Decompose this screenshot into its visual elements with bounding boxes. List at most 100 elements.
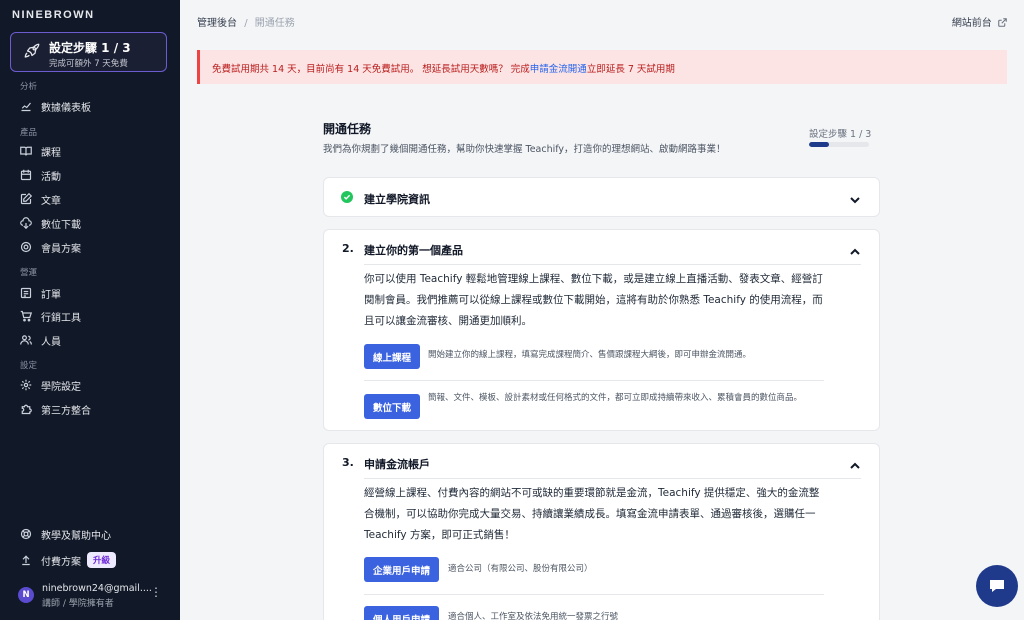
- enterprise-apply-description: 適合公司（有限公司、股份有限公司）: [448, 564, 593, 574]
- individual-apply-description: 適合個人、工作室及依法免用統一發票之行號: [448, 612, 619, 620]
- setup-steps-title: 設定步驟 1 / 3: [49, 41, 131, 55]
- trial-alert-text-after: 立即延長 7 天試用期: [586, 64, 675, 75]
- task-card-title: 建立學院資訊: [364, 193, 430, 206]
- breadcrumb-root[interactable]: 管理後台: [197, 18, 237, 29]
- external-link-icon: [998, 18, 1007, 27]
- sidebar-item-label: 會員方案: [41, 243, 81, 255]
- divider: [364, 264, 861, 265]
- individual-apply-button[interactable]: 個人用戶申請: [364, 606, 440, 620]
- at-sign-icon: [20, 241, 32, 253]
- trial-alert-text: 免費試用期共 14 天，目前尚有 14 天免費試用。 想延長試用天數嗎？ 完成申…: [212, 61, 675, 75]
- upgrade-arrow-icon: [20, 554, 32, 566]
- sidebar: NINEBROWN 設定步驟 1 / 3 完成可額外 7 天免費 分析 數據儀表…: [0, 0, 180, 620]
- gear-icon: [20, 379, 32, 391]
- sidebar-item-marketing[interactable]: 行銷工具: [20, 307, 81, 325]
- payment-application-link[interactable]: 申請金流開通: [530, 64, 587, 75]
- sidebar-item-label: 行銷工具: [41, 312, 81, 324]
- online-course-description: 開始建立你的線上課程，填寫完成課程簡介、售價跟課程大綱後，即可申辦金流開通。: [428, 350, 752, 360]
- divider: [364, 594, 824, 595]
- breadcrumb: 管理後台 / 開通任務: [197, 14, 295, 29]
- sidebar-item-billing[interactable]: 付費方案 升級: [20, 551, 117, 569]
- brand-logo[interactable]: NINEBROWN: [12, 9, 95, 21]
- trial-alert-text-before: 免費試用期共 14 天，目前尚有 14 天免費試用。 想延長試用天數嗎？ 完成: [212, 64, 530, 75]
- setup-steps-card[interactable]: 設定步驟 1 / 3 完成可額外 7 天免費: [10, 32, 167, 72]
- page-subtitle: 我們為你規劃了幾個開通任務，幫助你快速掌握 Teachify，打造你的理想網站、…: [323, 144, 726, 155]
- sidebar-item-membership[interactable]: 會員方案: [20, 238, 81, 256]
- section-label-operations: 營運: [20, 268, 38, 278]
- setup-steps-subtitle: 完成可額外 7 天免費: [49, 59, 128, 69]
- digital-download-description: 簡報、文件、模板、設計素材或任何格式的文件，都可立即成持續帶來收入、累積會員的數…: [428, 393, 803, 403]
- help-circle-icon: [20, 528, 32, 540]
- chevron-down-icon: [849, 191, 861, 204]
- task-card-academy-info: 建立學院資訊: [323, 177, 880, 217]
- orders-icon: [20, 287, 32, 299]
- cart-icon: [20, 310, 32, 322]
- sidebar-item-integrations[interactable]: 第三方整合: [20, 400, 91, 418]
- section-label-analytics: 分析: [20, 82, 38, 92]
- task-card-payment-account: 3. 申請金流帳戶 經營線上課程、付費內容的網站不可或缺的重要環節就是金流，Te…: [323, 443, 880, 620]
- calendar-icon: [20, 169, 32, 181]
- edit-icon: [20, 193, 32, 205]
- avatar: N: [18, 587, 34, 603]
- sidebar-item-label: 課程: [41, 147, 61, 159]
- digital-download-button[interactable]: 數位下載: [364, 394, 421, 419]
- sidebar-item-label: 數據儀表板: [41, 102, 91, 114]
- chat-bubble-icon: [990, 580, 1004, 592]
- sidebar-item-label: 數位下載: [41, 219, 81, 231]
- chevron-up-icon: [849, 457, 861, 469]
- sidebar-item-label: 文章: [41, 195, 61, 207]
- sidebar-item-label: 人員: [41, 336, 61, 348]
- sidebar-item-orders[interactable]: 訂單: [20, 284, 61, 302]
- sidebar-item-label: 第三方整合: [41, 405, 91, 417]
- task-card-description: 你可以使用 Teachify 輕鬆地管理線上課程、數位下載，或是建立線上直播活動…: [364, 273, 823, 327]
- sidebar-item-courses[interactable]: 課程: [20, 142, 61, 160]
- enterprise-apply-button[interactable]: 企業用戶申請: [364, 557, 440, 582]
- task-card-number: 2.: [342, 242, 354, 255]
- chart-icon: [20, 100, 32, 112]
- cloud-download-icon: [20, 217, 32, 229]
- chat-support-button[interactable]: [976, 565, 1018, 607]
- page-title: 開通任務: [323, 122, 372, 136]
- sidebar-item-dashboard[interactable]: 數據儀表板: [20, 97, 91, 115]
- task-card-header[interactable]: 2. 建立你的第一個產品: [324, 230, 879, 268]
- storefront-link[interactable]: 網站前台: [952, 14, 1007, 29]
- puzzle-icon: [20, 403, 32, 415]
- check-circle-icon: [341, 191, 353, 203]
- sidebar-item-label: 教學及幫助中心: [41, 530, 111, 542]
- storefront-link-label: 網站前台: [951, 18, 992, 29]
- progress-bar: [809, 142, 869, 147]
- task-card-number: 3.: [342, 456, 354, 469]
- breadcrumb-current: 開通任務: [254, 18, 295, 29]
- task-card-title: 建立你的第一個產品: [364, 244, 463, 257]
- sidebar-item-label: 訂單: [41, 289, 61, 301]
- user-email: ninebrown24@gmail....: [42, 583, 152, 594]
- upgrade-badge[interactable]: 升級: [87, 552, 117, 568]
- sidebar-item-downloads[interactable]: 數位下載: [20, 214, 81, 232]
- online-course-button[interactable]: 線上課程: [364, 344, 421, 369]
- progress-bar-fill: [809, 142, 829, 147]
- task-card-header[interactable]: 建立學院資訊: [324, 178, 879, 216]
- top-bar: 管理後台 / 開通任務 網站前台: [180, 0, 1024, 40]
- progress-label: 設定步驟 1 / 3: [809, 129, 872, 140]
- sidebar-item-label: 活動: [41, 171, 61, 183]
- more-vertical-icon[interactable]: ⋮: [150, 585, 162, 599]
- sidebar-item-people[interactable]: 人員: [20, 331, 61, 349]
- sidebar-item-events[interactable]: 活動: [20, 166, 61, 184]
- chevron-up-icon: [849, 243, 861, 255]
- task-card-header[interactable]: 3. 申請金流帳戶: [324, 444, 879, 482]
- sidebar-item-help[interactable]: 教學及幫助中心: [20, 525, 111, 543]
- sidebar-item-articles[interactable]: 文章: [20, 190, 61, 208]
- trial-alert: 免費試用期共 14 天，目前尚有 14 天免費試用。 想延長試用天數嗎？ 完成申…: [197, 50, 1007, 84]
- sidebar-item-label: 付費方案: [41, 556, 81, 568]
- task-card-title: 申請金流帳戶: [364, 458, 430, 471]
- user-profile[interactable]: N ninebrown24@gmail.... 講師 / 學院擁有者 ⋮: [18, 583, 170, 609]
- sidebar-item-academy-settings[interactable]: 學院設定: [20, 376, 81, 394]
- task-card-description: 經營線上課程、付費內容的網站不可或缺的重要環節就是金流，Teachify 提供穩…: [364, 487, 820, 541]
- section-label-settings: 設定: [20, 361, 38, 371]
- task-card-first-product: 2. 建立你的第一個產品 你可以使用 Teachify 輕鬆地管理線上課程、數位…: [323, 229, 880, 431]
- book-open-icon: [20, 145, 32, 157]
- divider: [364, 380, 824, 381]
- rocket-icon: [24, 43, 40, 58]
- user-role: 講師 / 學院擁有者: [42, 599, 114, 609]
- section-label-products: 產品: [20, 128, 38, 138]
